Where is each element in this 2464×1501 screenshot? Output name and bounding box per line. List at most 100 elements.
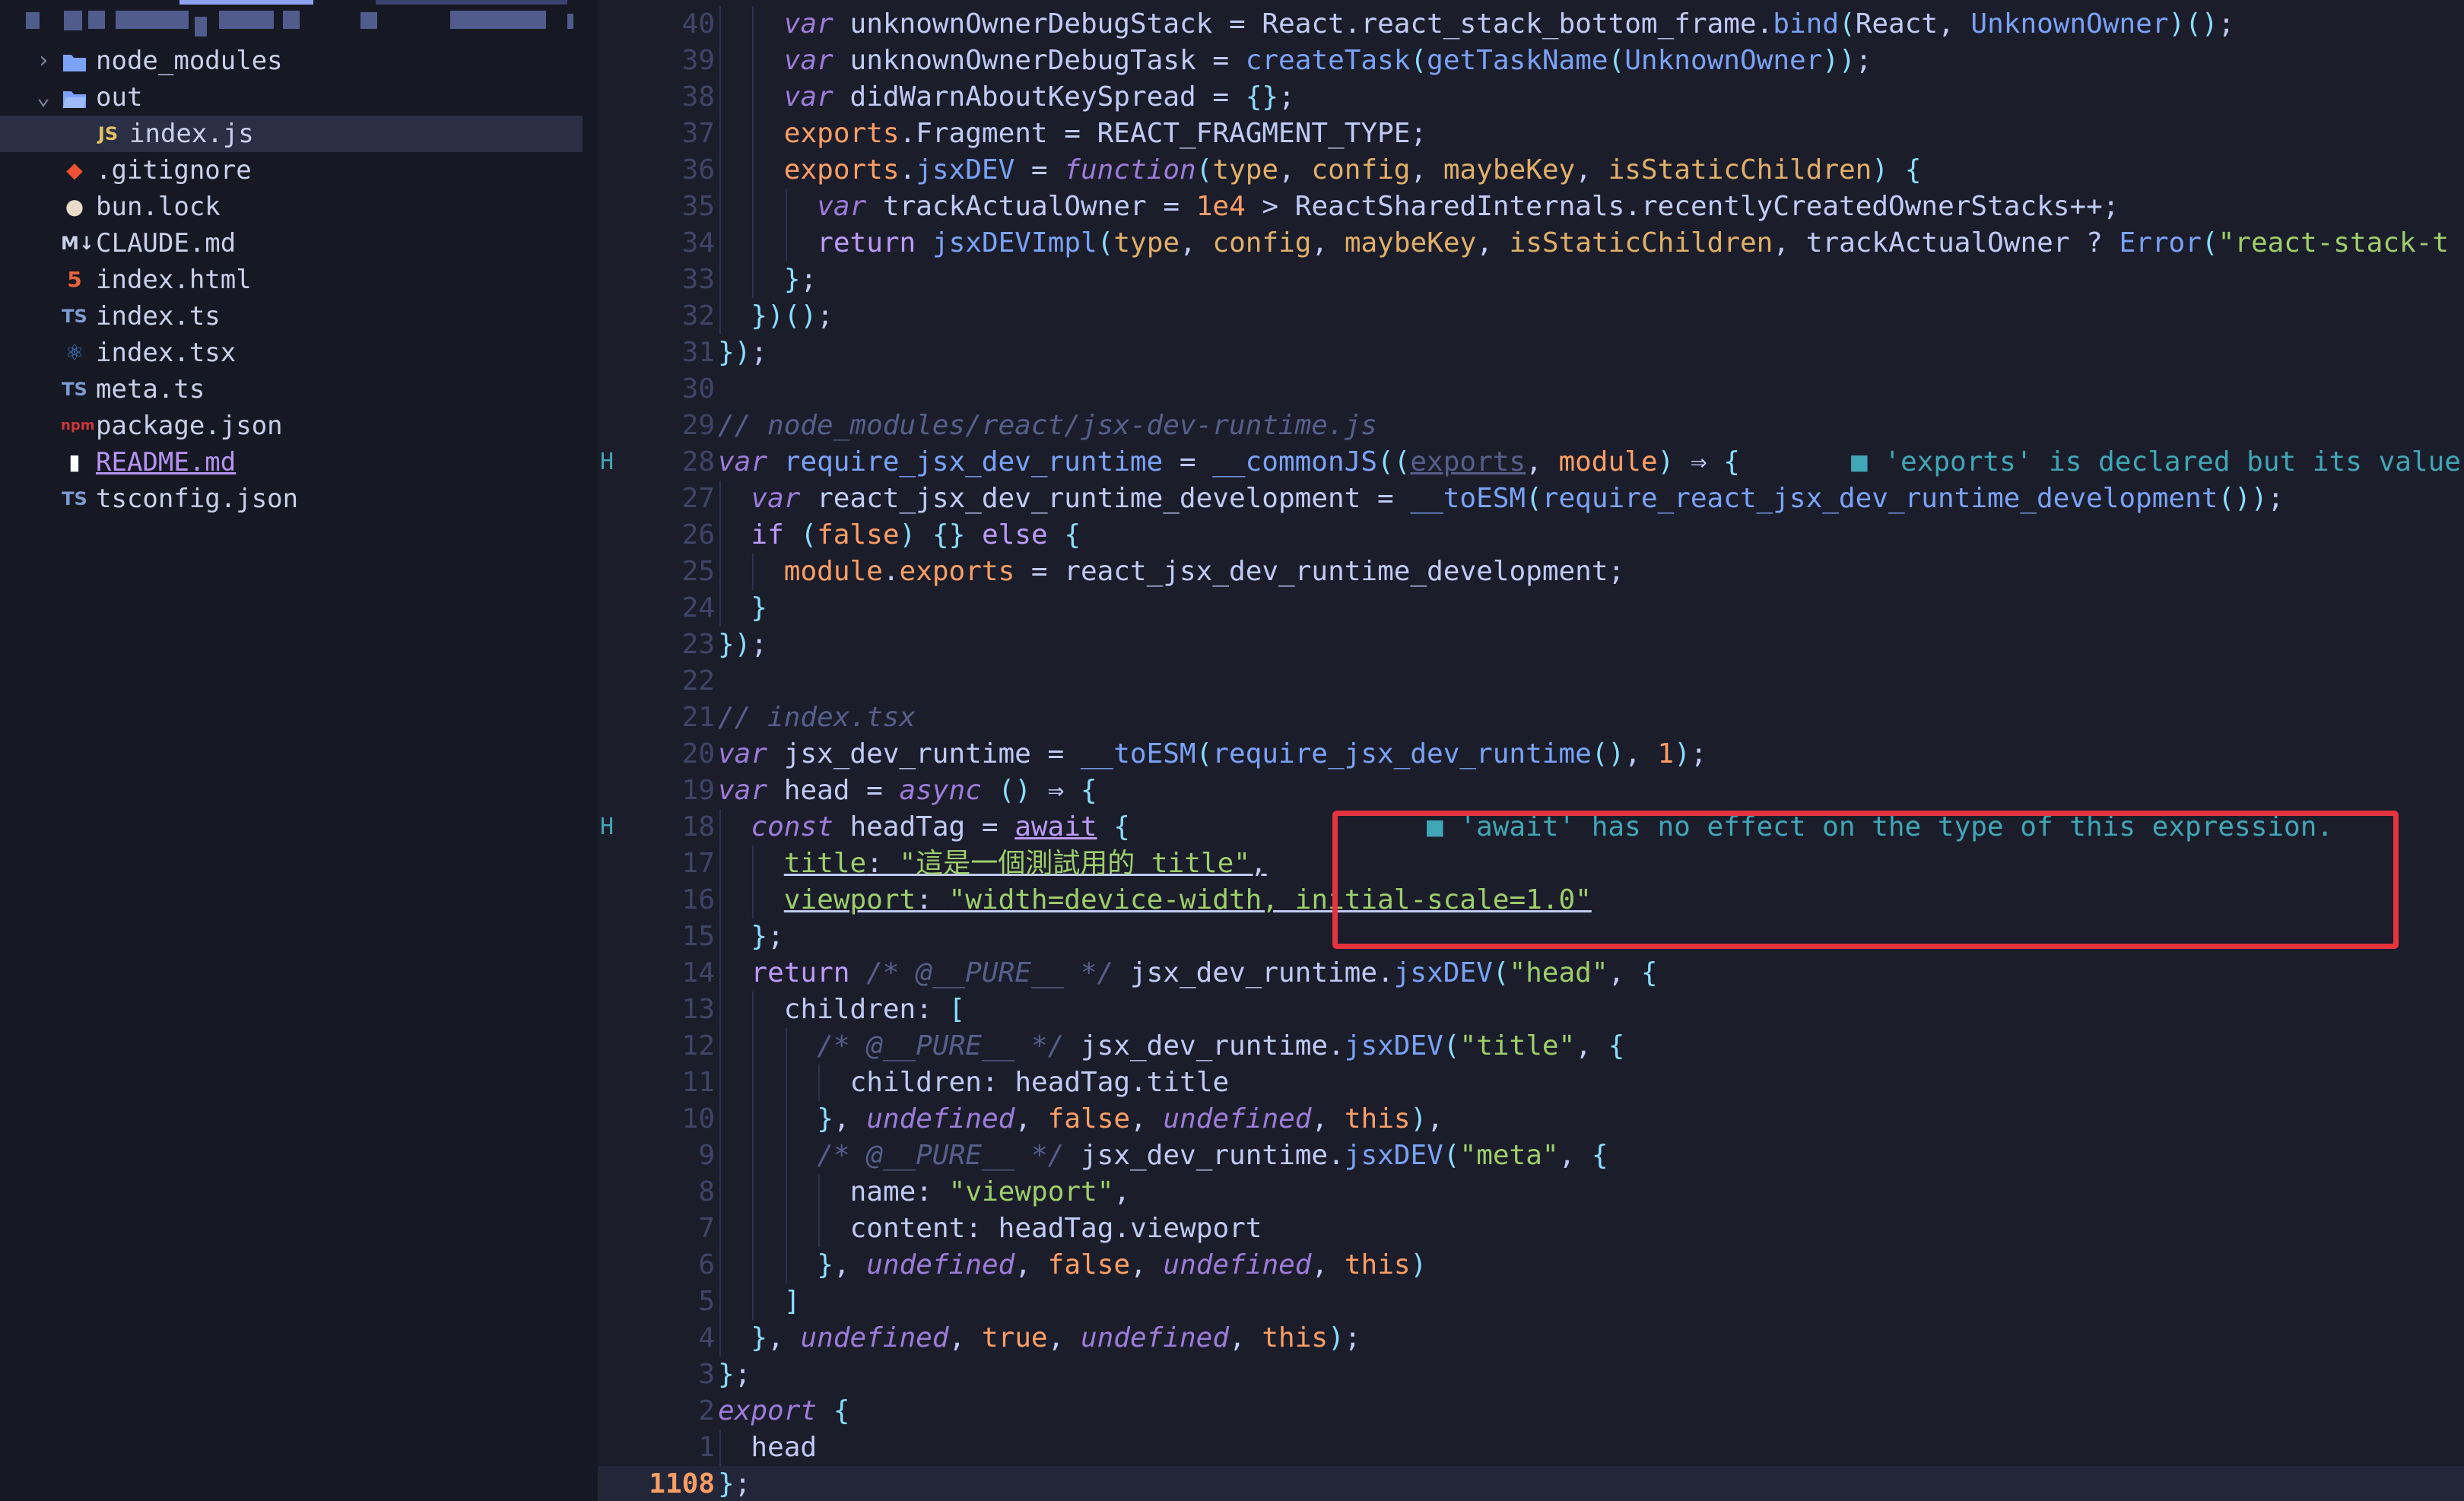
- line-number: 3: [698, 1359, 715, 1390]
- line-number: 14: [681, 957, 715, 989]
- code-line[interactable]: 3};: [598, 1357, 2464, 1393]
- line-number: 39: [681, 45, 715, 76]
- diagnostic-square-icon: ■: [1851, 446, 1885, 478]
- line-number: 28: [681, 446, 715, 478]
- code-line[interactable]: 6}, undefined, false, undefined, this): [598, 1247, 2464, 1284]
- tree-item[interactable]: JS index.js: [0, 116, 583, 152]
- tree-item-label: .gitignore: [96, 155, 252, 186]
- tree-item[interactable]: TS index.ts: [0, 298, 583, 335]
- code-line[interactable]: 35 var trackActualOwner = 1e4 > ReactShar…: [598, 189, 2464, 225]
- line-number: 1: [698, 1432, 715, 1463]
- code-line[interactable]: 22: [598, 663, 2464, 700]
- tree-item[interactable]: M↓ CLAUDE.md: [0, 225, 583, 262]
- line-code: var didWarnAboutKeySpread = {};: [783, 81, 1295, 113]
- tree-item[interactable]: 5 index.html: [0, 262, 583, 298]
- code-line[interactable]: 24}: [598, 590, 2464, 627]
- line-code: /* @__PURE__ */ jsx_dev_runtime.jsxDEV("…: [817, 1140, 1608, 1171]
- code-line[interactable]: 23});: [598, 627, 2464, 663]
- code-line[interactable]: 39 var unknownOwnerDebugTask = createTask…: [598, 43, 2464, 79]
- code-line[interactable]: 5]: [598, 1284, 2464, 1320]
- tree-item[interactable]: › node_modules: [0, 43, 583, 79]
- diagnostic-square-icon: ■: [1427, 811, 1460, 843]
- line-code: var head = async () ⇒ {: [718, 775, 1097, 806]
- code-line[interactable]: 9 /* @__PURE__ */ jsx_dev_runtime.jsxDEV(…: [598, 1138, 2464, 1174]
- readme-icon: ▮: [68, 449, 81, 474]
- markdown-icon: M↓: [61, 233, 94, 254]
- inline-diagnostic[interactable]: ■ 'await' has no effect on the type of t…: [1427, 809, 2333, 846]
- tree-item[interactable]: ⚛ index.tsx: [0, 335, 583, 371]
- line-number: 4: [698, 1322, 715, 1353]
- code-line[interactable]: 19 var head = async () ⇒ {: [598, 773, 2464, 809]
- line-code: viewport: "width=device-width, initial-s…: [783, 884, 1592, 916]
- tree-item-label: README.md: [96, 447, 237, 478]
- code-line[interactable]: 7 content: headTag.viewport: [598, 1211, 2464, 1247]
- line-number: 10: [681, 1103, 715, 1134]
- tree-item-label: package.json: [96, 411, 283, 441]
- file-explorer: › node_modules ⌄ out JS index.js ◆ .gitignore ● b…: [0, 0, 598, 1501]
- code-line[interactable]: 34 return jsxDEVImpl(type, config, maybeK…: [598, 225, 2464, 262]
- code-line[interactable]: 31});: [598, 335, 2464, 371]
- code-editor[interactable]: 40 var unknownOwnerDebugStack = React.rea…: [598, 0, 2464, 1501]
- folder-open-icon: [61, 79, 88, 116]
- tree-item[interactable]: TS meta.ts: [0, 371, 583, 408]
- line-code: };: [718, 1359, 751, 1390]
- line-number: 12: [681, 1030, 715, 1061]
- tree-item[interactable]: ▮ README.md: [0, 444, 583, 481]
- chevron-right-icon[interactable]: ›: [32, 43, 55, 79]
- folder-icon: [61, 43, 88, 79]
- code-line[interactable]: 27 var react_jsx_dev_runtime_development …: [598, 481, 2464, 517]
- tree-item[interactable]: ⌄ out: [0, 79, 583, 116]
- line-code: children: headTag.title: [849, 1067, 1230, 1098]
- code-line[interactable]: H 28 var require_jsx_dev_runtime = __commo…: [598, 444, 2464, 481]
- code-line[interactable]: 36 exports.jsxDEV = function(type, config…: [598, 152, 2464, 189]
- tree-item[interactable]: npm package.json: [0, 408, 583, 444]
- tree-item-label: index.ts: [96, 301, 221, 332]
- code-line[interactable]: 12 /* @__PURE__ */ jsx_dev_runtime.jsxDEV…: [598, 1028, 2464, 1065]
- code-line[interactable]: 13 children: [: [598, 992, 2464, 1028]
- tree-item[interactable]: ◆ .gitignore: [0, 152, 583, 189]
- line-number: 32: [681, 300, 715, 332]
- code-line[interactable]: 1 head: [598, 1430, 2464, 1466]
- code-line[interactable]: 10}, undefined, false, undefined, this),: [598, 1101, 2464, 1138]
- tree-item[interactable]: TS tsconfig.json: [0, 481, 583, 517]
- line-number: 22: [681, 665, 715, 697]
- code-line[interactable]: 11 children: headTag.title: [598, 1065, 2464, 1101]
- code-line[interactable]: 38 var didWarnAboutKeySpread = {};: [598, 79, 2464, 116]
- code-line[interactable]: 26 if (false) {} else {: [598, 517, 2464, 554]
- editor-window: › node_modules ⌄ out JS index.js ◆ .gitignore ● b…: [0, 0, 2464, 1501]
- line-code: exports.jsxDEV = function(type, config, …: [783, 154, 1922, 186]
- line-number: 36: [681, 154, 715, 186]
- line-number: 17: [681, 848, 715, 879]
- line-code: return /* @__PURE__ */ jsx_dev_runtime.j…: [751, 957, 1658, 989]
- tree-item-label: index.js: [129, 119, 254, 149]
- code-line[interactable]: 40 var unknownOwnerDebugStack = React.rea…: [598, 6, 2464, 43]
- tree-item[interactable]: ● bun.lock: [0, 189, 583, 225]
- code-line[interactable]: 16 viewport: "width=device-width, initial…: [598, 882, 2464, 919]
- code-line[interactable]: 37 exports.Fragment = REACT_FRAGMENT_TYPE…: [598, 116, 2464, 152]
- code-line[interactable]: 14 return /* @__PURE__ */ jsx_dev_runtime…: [598, 955, 2464, 992]
- line-number: 18: [681, 811, 715, 843]
- code-line[interactable]: H 18 const headTag = await {■ 'await' has …: [598, 809, 2464, 846]
- code-line[interactable]: 20 var jsx_dev_runtime = __toESM(require_…: [598, 736, 2464, 773]
- code-line[interactable]: 15};: [598, 919, 2464, 955]
- line-code: const headTag = await {: [751, 811, 1130, 843]
- code-line[interactable]: 2 export {: [598, 1393, 2464, 1430]
- js-file-icon: JS: [97, 123, 119, 144]
- code-line[interactable]: 21// index.tsx: [598, 700, 2464, 736]
- inline-diagnostic[interactable]: ■ 'exports' is declared but its value: [1851, 444, 2461, 481]
- code-line[interactable]: 4}, undefined, true, undefined, this);: [598, 1320, 2464, 1357]
- line-code: };: [751, 921, 784, 952]
- code-line[interactable]: 17 title: "這是一個測試用的 title",: [598, 846, 2464, 882]
- code-line[interactable]: 25 module.exports = react_jsx_dev_runtime…: [598, 554, 2464, 590]
- code-line[interactable]: 29// node_modules/react/jsx-dev-runtime.…: [598, 408, 2464, 444]
- chevron-down-icon[interactable]: ⌄: [32, 79, 55, 116]
- current-code-line[interactable]: 1108};: [598, 1466, 2464, 1501]
- code-line[interactable]: 8 name: "viewport",: [598, 1174, 2464, 1211]
- git-icon: ◆: [66, 157, 83, 182]
- diagnostic-message: 'exports' is declared but its value: [1884, 446, 2461, 478]
- line-number: 31: [681, 337, 715, 368]
- obscured-tab-bar: [0, 0, 598, 36]
- code-line[interactable]: 32})();: [598, 298, 2464, 335]
- code-line[interactable]: 30: [598, 371, 2464, 408]
- code-line[interactable]: 33};: [598, 262, 2464, 298]
